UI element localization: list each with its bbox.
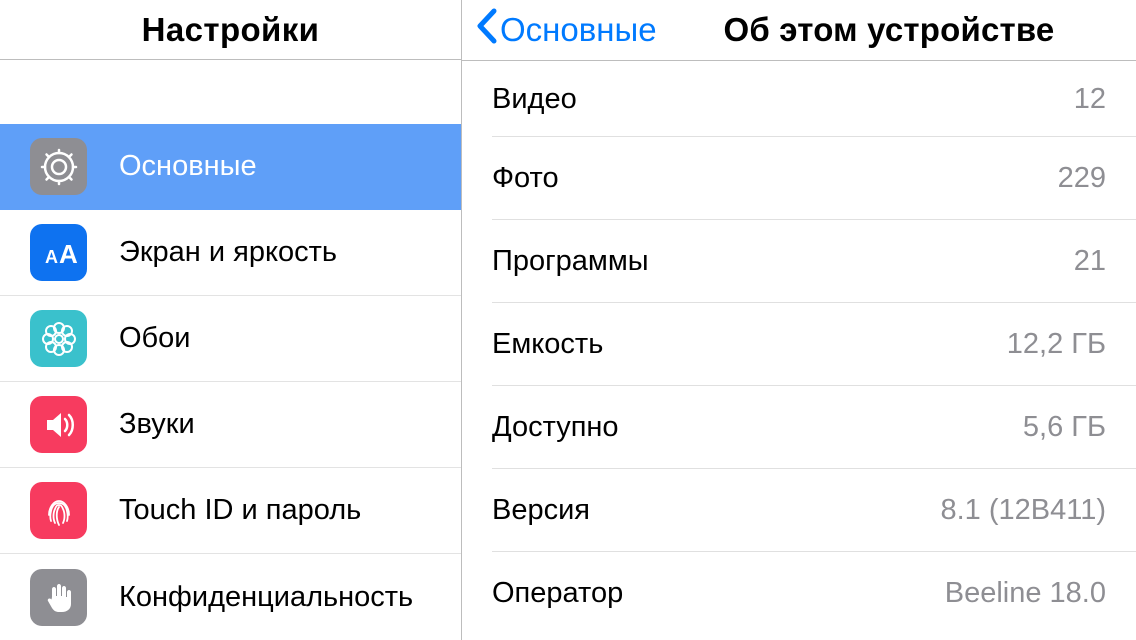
- text-size-icon: AA: [30, 224, 87, 281]
- detail-row-capacity[interactable]: Емкость 12,2 ГБ: [462, 303, 1136, 386]
- sidebar-item-display[interactable]: AA Экран и яркость: [0, 210, 461, 296]
- chevron-left-icon: [474, 7, 500, 53]
- fingerprint-icon: [30, 482, 87, 539]
- detail-row-label: Фото: [492, 162, 559, 195]
- sidebar-title: Настройки: [0, 0, 461, 60]
- flower-icon: [30, 310, 87, 367]
- detail-row-value: 8.1 (12B411): [940, 494, 1106, 527]
- sidebar-item-label: Обои: [119, 322, 461, 355]
- detail-row-photos[interactable]: Фото 229: [462, 137, 1136, 220]
- gear-icon: [30, 138, 87, 195]
- detail-row-label: Доступно: [492, 411, 619, 444]
- detail-header: Основные Об этом устройстве: [462, 0, 1136, 61]
- sidebar-item-touchid[interactable]: Touch ID и пароль: [0, 468, 461, 554]
- detail-row-value: 229: [1058, 162, 1106, 195]
- settings-sidebar: Настройки Основные AA Экран и яркость Об…: [0, 0, 462, 640]
- detail-pane: Основные Об этом устройстве Видео 12 Фот…: [462, 0, 1136, 640]
- sidebar-item-label: Основные: [119, 150, 461, 183]
- detail-row-label: Емкость: [492, 328, 603, 361]
- detail-row-value: 21: [1074, 245, 1106, 278]
- detail-row-label: Программы: [492, 245, 649, 278]
- back-button-label: Основные: [500, 11, 657, 49]
- sidebar-item-label: Конфиденциальность: [119, 581, 461, 614]
- detail-row-available[interactable]: Доступно 5,6 ГБ: [462, 386, 1136, 469]
- sidebar-item-privacy[interactable]: Конфиденциальность: [0, 554, 461, 640]
- detail-row-videos[interactable]: Видео 12: [462, 61, 1136, 137]
- sidebar-spacer: [0, 60, 461, 124]
- back-button[interactable]: Основные: [474, 7, 657, 53]
- detail-row-version[interactable]: Версия 8.1 (12B411): [462, 469, 1136, 552]
- svg-text:A: A: [45, 247, 58, 267]
- sidebar-item-wallpaper[interactable]: Обои: [0, 296, 461, 382]
- detail-row-label: Видео: [492, 83, 577, 116]
- svg-text:A: A: [59, 239, 78, 269]
- detail-row-value: 12: [1074, 83, 1106, 116]
- detail-row-carrier[interactable]: Оператор Beeline 18.0: [462, 552, 1136, 635]
- sidebar-item-label: Touch ID и пароль: [119, 494, 461, 527]
- detail-row-label: Версия: [492, 494, 590, 527]
- detail-list: Видео 12 Фото 229 Программы 21 Емкость 1…: [462, 61, 1136, 640]
- detail-row-value: Beeline 18.0: [945, 577, 1106, 610]
- detail-row-value: 12,2 ГБ: [1007, 328, 1106, 361]
- sidebar-item-sounds[interactable]: Звуки: [0, 382, 461, 468]
- sidebar-item-general[interactable]: Основные: [0, 124, 461, 210]
- detail-row-value: 5,6 ГБ: [1023, 411, 1106, 444]
- detail-row-apps[interactable]: Программы 21: [462, 220, 1136, 303]
- sidebar-item-label: Звуки: [119, 408, 461, 441]
- speaker-icon: [30, 396, 87, 453]
- sidebar-item-label: Экран и яркость: [119, 236, 461, 269]
- detail-row-label: Оператор: [492, 577, 623, 610]
- hand-icon: [30, 569, 87, 626]
